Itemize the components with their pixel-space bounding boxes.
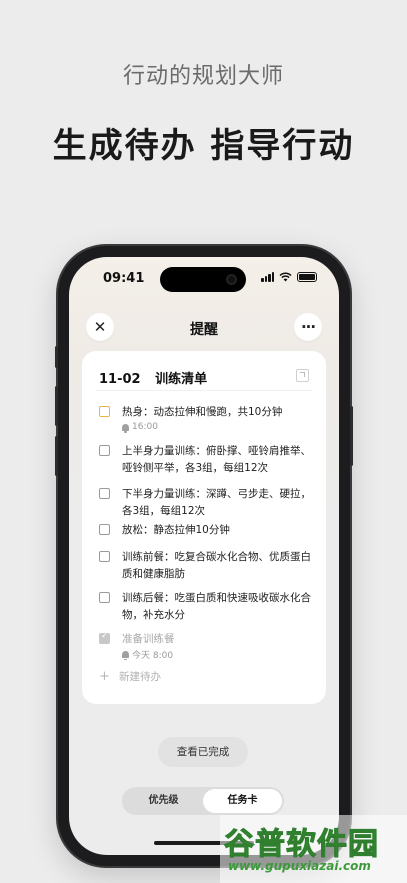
bell-icon — [122, 651, 129, 660]
task-checkbox[interactable] — [99, 592, 110, 603]
promo-headline: 生成待办 指导行动 — [52, 126, 355, 166]
task-text: 训练后餐：吃蛋白质和快速吸收碳水化合物，补充水分 — [122, 592, 311, 621]
task-reminder-time: 今天 8:00 — [132, 651, 174, 661]
action-button — [55, 346, 58, 368]
view-completed-button[interactable]: 查看已完成 — [158, 737, 248, 767]
new-task-button[interactable]: + 新建待办 — [99, 669, 161, 684]
watermark-text: 谷普软件园 — [224, 827, 379, 863]
task-checkbox[interactable] — [99, 551, 110, 562]
promo-subtitle: 行动的规划大师 — [122, 64, 284, 89]
task-text: 热身：动态拉伸和慢跑，共10分钟 — [122, 406, 283, 418]
signal-icon — [261, 272, 274, 282]
view-segmented-control: 优先级 任务卡 — [122, 787, 284, 815]
dynamic-island — [160, 267, 246, 292]
task-checkbox[interactable] — [99, 445, 110, 456]
task-reminder: 16:00 — [122, 422, 158, 433]
card-title: 训练清单 — [155, 372, 208, 387]
task-text: 准备训练餐 — [122, 633, 175, 645]
task-checkbox[interactable] — [99, 406, 110, 417]
task-text: 下半身力量训练：深蹲、弓步走、硬拉，各3组，每组12次 — [122, 488, 311, 517]
task-reminder: 今天 8:00 — [122, 648, 173, 661]
task-checkbox[interactable] — [99, 524, 110, 535]
phone-screen: 09:41 ✕ 提醒 ··· 11-02 训练清单 热身：动态拉伸和慢跑，共10… — [69, 257, 339, 855]
power-button — [350, 406, 353, 466]
status-icons — [261, 272, 317, 282]
camera-icon — [226, 274, 237, 285]
watermark-url: www.gupuxiazai.com — [228, 859, 371, 873]
battery-icon — [297, 272, 317, 282]
segment-priority[interactable]: 优先级 — [124, 789, 203, 813]
task-text: 训练前餐：吃复合碳水化合物、优质蛋白质和健康脂肪 — [122, 551, 311, 580]
task-text: 上半身力量训练：俯卧撑、哑铃肩推举、哑铃侧平举，各3组，每组12次 — [122, 445, 311, 474]
new-task-label: 新建待办 — [119, 671, 161, 683]
expand-icon[interactable] — [296, 369, 309, 382]
phone-frame: 09:41 ✕ 提醒 ··· 11-02 训练清单 热身：动态拉伸和慢跑，共10… — [55, 246, 353, 866]
top-bar: ✕ 提醒 ··· — [69, 309, 339, 345]
task-reminder-time: 16:00 — [132, 422, 158, 432]
task-card: 11-02 训练清单 热身：动态拉伸和慢跑，共10分钟 16:00 上半身力量训… — [82, 351, 326, 704]
more-button[interactable]: ··· — [294, 313, 322, 341]
task-checkbox-checked[interactable] — [99, 631, 110, 644]
watermark-logo: 谷普软件园 www.gupuxiazai.com — [220, 815, 407, 883]
status-bar: 09:41 — [69, 257, 339, 301]
volume-up-button — [55, 386, 58, 426]
task-checkbox[interactable] — [99, 488, 110, 499]
segment-task-card[interactable]: 任务卡 — [203, 789, 282, 813]
card-date: 11-02 — [99, 372, 141, 387]
more-icon: ··· — [300, 318, 316, 336]
volume-down-button — [55, 436, 58, 476]
task-text: 放松：静态拉伸10分钟 — [122, 524, 230, 536]
plus-icon: + — [99, 669, 110, 684]
status-time: 09:41 — [103, 271, 145, 286]
card-header: 11-02 训练清单 — [99, 368, 207, 387]
divider — [96, 390, 312, 391]
bell-icon — [122, 423, 129, 433]
wifi-icon — [279, 272, 292, 282]
